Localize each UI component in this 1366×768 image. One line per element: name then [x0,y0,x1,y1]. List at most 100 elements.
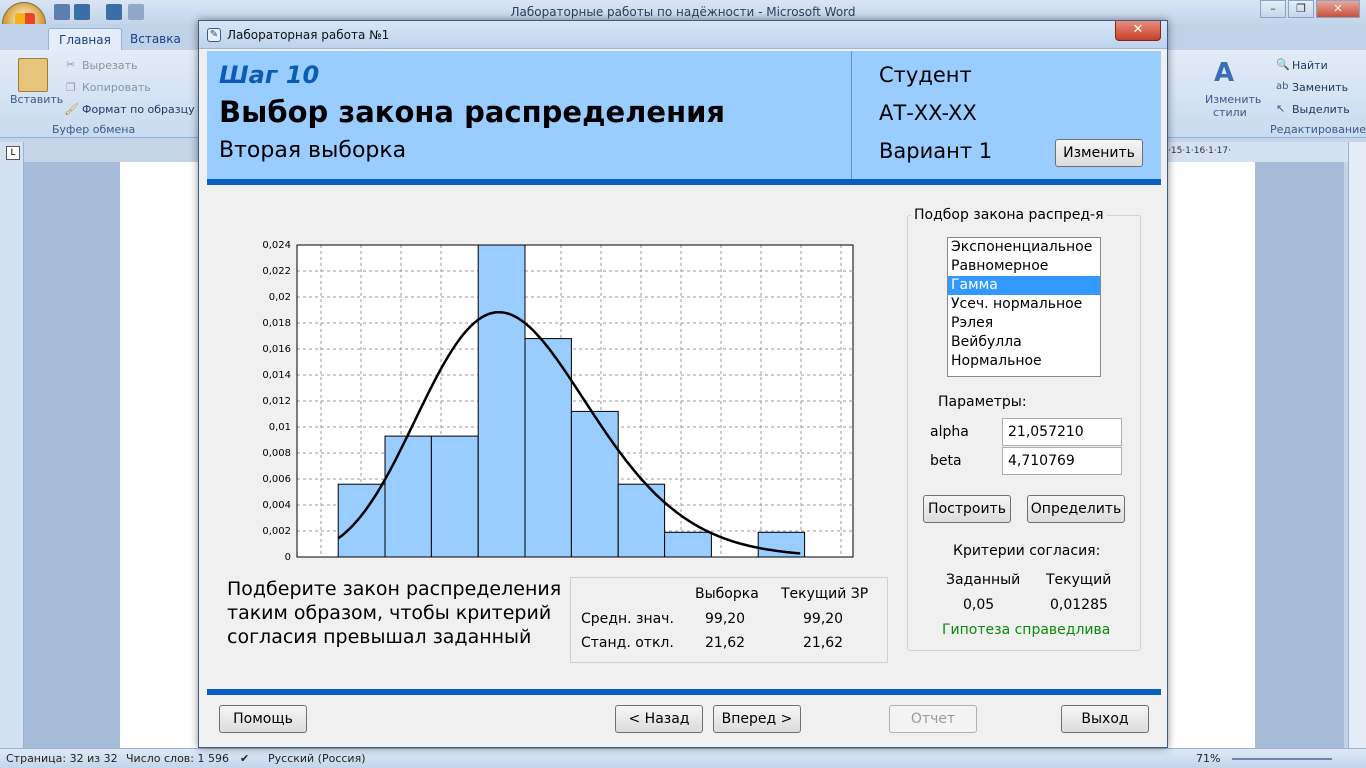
vertical-ruler [0,142,24,748]
stats-mean-current: 99,20 [803,611,844,627]
help-button[interactable]: Помощь [219,705,307,733]
y-tick-label: 0,022 [262,266,291,277]
clipboard-group-caption: Буфер обмена [52,123,136,136]
status-words[interactable]: Число слов: 1 596 [126,752,229,765]
y-tick-label: 0,008 [262,448,291,459]
histogram-bar [430,435,479,558]
histogram-bar [477,244,526,558]
distribution-item[interactable]: Усеч. нормальное [948,295,1100,314]
distribution-item-selected[interactable]: Гамма [948,276,1100,295]
fit-group-title: Подбор закона распред-я [911,207,1107,223]
vertical-scrollbar[interactable] [1348,142,1366,748]
y-tick-label: 0,018 [262,318,291,329]
format-painter-button[interactable]: Формат по образцу [82,103,195,116]
build-button[interactable]: Построить [923,495,1011,523]
lab-dialog: ✎ Лабораторная работа №1 ✕ Шаг 10 Выбор … [198,20,1168,748]
status-bar: Страница: 32 из 32 Число слов: 1 596 ✔ Р… [0,748,1366,768]
exit-button[interactable]: Выход [1061,705,1149,733]
cut-button[interactable]: Вырезать [82,59,137,72]
report-button[interactable]: Отчет [889,705,977,733]
change-styles-button[interactable]: Изменить [1205,93,1261,106]
save-icon[interactable] [54,4,70,20]
distribution-item[interactable]: Нормальное [948,352,1100,371]
y-tick-label: 0,014 [262,370,291,381]
minimize-button[interactable]: – [1260,0,1286,18]
replace-button[interactable]: Заменить [1292,81,1348,94]
tab-home[interactable]: Главная [48,28,122,50]
maximize-button[interactable]: ❐ [1288,0,1314,18]
criteria-current-label: Текущий [1046,572,1112,588]
tab-insert[interactable]: Вставка [120,28,191,50]
change-styles-icon: A [1214,58,1235,88]
instruction-line: таким образом, чтобы критерий [227,602,552,624]
distribution-item[interactable]: Экспоненциальное [948,238,1100,257]
instruction-line: Подберите закон распределения [227,578,562,600]
student-variant: Вариант 1 [879,139,993,163]
criteria-current-value: 0,01285 [1050,597,1108,613]
distribution-item[interactable]: Рэлея [948,314,1100,333]
criteria-given-value: 0,05 [963,597,995,613]
change-styles-button-line2: стили [1213,106,1247,119]
header-band [207,179,1161,185]
instruction-line: согласия превышал заданный [227,626,532,648]
undo-icon[interactable] [74,4,90,20]
hypothesis-status: Гипотеза справедлива [942,622,1111,638]
paste-button[interactable]: Вставить [10,93,63,106]
zoom-level[interactable]: 71% [1196,752,1220,765]
beta-field[interactable]: 4,710769 [1002,447,1122,475]
select-button[interactable]: Выделить [1292,103,1350,116]
alpha-label: alpha [930,424,969,440]
histogram-bar [664,531,712,558]
change-button[interactable]: Изменить [1055,139,1143,167]
histogram-bar [337,483,386,558]
beta-label: beta [930,453,962,469]
find-button[interactable]: Найти [1292,59,1328,72]
step-label: Шаг 10 [219,61,320,89]
distribution-list[interactable]: Экспоненциальное Равномерное Гамма Усеч.… [947,237,1101,377]
status-language[interactable]: Русский (Россия) [268,752,366,765]
status-page[interactable]: Страница: 32 из 32 [6,752,118,765]
criteria-label: Критерии согласия: [953,543,1101,559]
distribution-item[interactable]: Вейбулла [948,333,1100,352]
y-tick-label: 0,006 [262,474,291,485]
copy-icon: ❐ [66,81,76,94]
replace-icon: ab [1276,81,1289,92]
histogram-bar [384,435,432,558]
determine-button[interactable]: Определить [1027,495,1125,523]
stats-row-label: Станд. откл. [581,635,674,651]
student-group: АТ-XX-XX [879,101,977,125]
parameters-label: Параметры: [938,394,1027,410]
dialog-close-button[interactable]: ✕ [1115,21,1161,41]
histogram-bar [570,410,619,558]
y-tick-label: 0,02 [269,292,291,303]
criteria-given-label: Заданный [946,572,1021,588]
back-button[interactable]: < Назад [615,705,703,733]
horizontal-ruler: ·15·1·16·1·17· [1166,142,1366,162]
paste-icon[interactable] [18,58,48,92]
app-icon: ✎ [207,28,221,42]
y-tick-label: 0,002 [262,526,291,537]
next-button[interactable]: Вперед > [713,705,801,733]
stats-header-sample: Выборка [695,586,759,602]
y-tick-label: 0,016 [262,344,291,355]
alpha-field[interactable]: 21,057210 [1002,418,1122,446]
stats-header-current: Текущий ЗР [781,586,869,602]
redo-icon[interactable] [106,4,122,20]
cut-icon: ✂ [66,58,76,71]
tab-selector[interactable]: L [6,146,20,160]
distribution-item[interactable]: Равномерное [948,257,1100,276]
find-icon: 🔍 [1276,58,1290,71]
footer-band [207,689,1161,695]
word-close-button[interactable]: ✕ [1316,0,1360,18]
y-tick-label: 0,024 [262,240,291,251]
zoom-slider[interactable] [1232,758,1332,760]
page-title: Выбор закона распределения [219,95,726,129]
word-window-title: Лабораторные работы по надёжности - Micr… [510,5,856,19]
select-icon: ↖ [1276,102,1286,115]
student-label: Студент [879,63,972,87]
stats-mean-sample: 99,20 [705,611,746,627]
spelling-icon[interactable] [128,4,144,20]
y-tick-label: 0,004 [262,500,291,511]
y-tick-label: 0 [285,552,291,563]
copy-button[interactable]: Копировать [82,81,151,94]
